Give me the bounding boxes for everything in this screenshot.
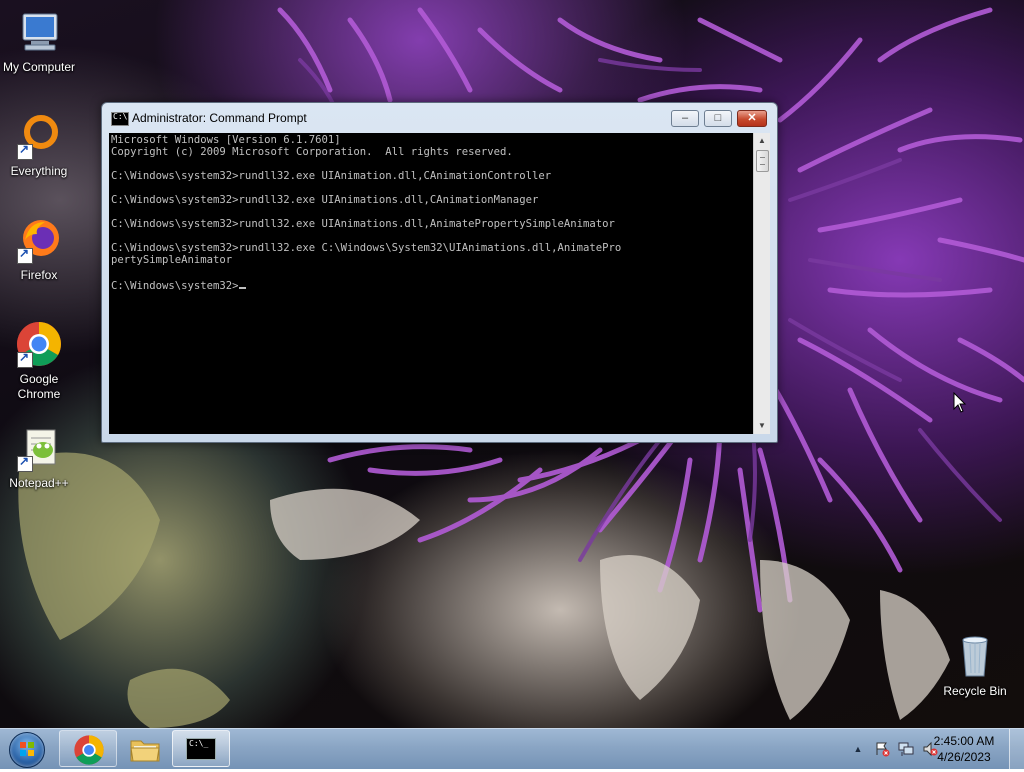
clock-time: 2:45:00 AM xyxy=(933,734,995,748)
cmd-icon: C:\_ xyxy=(186,738,216,760)
scroll-down-arrow-icon[interactable]: ▼ xyxy=(754,418,770,434)
desktop-icon-label: Recycle Bin xyxy=(943,684,1007,698)
system-tray: ▲ 2:45:00 AM 4/26/2023 xyxy=(824,729,1024,769)
maximize-button[interactable]: □ xyxy=(704,110,732,127)
console-text: Microsoft Windows [Version 6.1.7601] Cop… xyxy=(111,134,622,292)
action-center-icon[interactable] xyxy=(874,741,890,757)
scroll-up-arrow-icon[interactable]: ▲ xyxy=(754,133,770,149)
desktop-icon-label: Firefox xyxy=(20,268,58,282)
everything-search-icon xyxy=(15,112,63,160)
taskbar-chrome[interactable] xyxy=(59,730,117,767)
show-hidden-icons-button[interactable]: ▲ xyxy=(850,741,866,757)
shortcut-arrow-icon xyxy=(17,142,33,160)
command-prompt-window[interactable]: C:\ Administrator: Command Prompt – □ ✕ … xyxy=(101,102,778,443)
recycle-bin-icon xyxy=(951,632,999,680)
desktop-icon-label: My Computer xyxy=(2,60,76,74)
mouse-pointer-icon xyxy=(953,391,967,419)
chrome-icon xyxy=(15,320,63,368)
desktop-icon-google-chrome[interactable]: Google Chrome xyxy=(1,320,77,402)
taskbar-explorer[interactable] xyxy=(116,730,174,767)
desktop-icon-label: Everything xyxy=(10,164,68,178)
text-cursor xyxy=(238,278,246,289)
console-output-area[interactable]: Microsoft Windows [Version 6.1.7601] Cop… xyxy=(109,133,753,434)
windows-logo-icon xyxy=(9,732,45,768)
start-button[interactable] xyxy=(4,730,48,768)
taskbar: C:\_ ▲ 2:45:00 AM 4/26/2023 xyxy=(0,728,1024,769)
shortcut-arrow-icon xyxy=(17,350,33,368)
notepadpp-icon xyxy=(15,424,63,472)
chrome-icon xyxy=(73,734,105,771)
system-clock[interactable]: 2:45:00 AM 4/26/2023 xyxy=(924,733,1004,765)
desktop-icon-label: Notepad++ xyxy=(9,476,69,490)
desktop[interactable]: My Computer Everything Firefox xyxy=(0,0,1024,728)
desktop-icon-recycle-bin[interactable]: Recycle Bin xyxy=(937,632,1013,699)
desktop-icon-label: Google Chrome xyxy=(17,372,61,401)
desktop-icon-notepadpp[interactable]: Notepad++ xyxy=(1,424,77,491)
vertical-scrollbar[interactable]: ▲ ▼ xyxy=(753,133,770,434)
shortcut-arrow-icon xyxy=(17,246,33,264)
folder-icon xyxy=(129,735,161,768)
window-titlebar[interactable]: C:\ Administrator: Command Prompt – □ ✕ xyxy=(102,103,777,133)
firefox-icon xyxy=(15,216,63,264)
cmd-icon: C:\ xyxy=(111,112,129,126)
window-title: Administrator: Command Prompt xyxy=(132,111,307,125)
desktop-icon-firefox[interactable]: Firefox xyxy=(1,216,77,283)
desktop-icon-my-computer[interactable]: My Computer xyxy=(1,8,77,75)
taskbar-command-prompt[interactable]: C:\_ xyxy=(172,730,230,767)
computer-icon xyxy=(15,8,63,56)
shortcut-arrow-icon xyxy=(17,454,33,472)
desktop-icon-everything[interactable]: Everything xyxy=(1,112,77,179)
network-icon[interactable] xyxy=(898,741,914,757)
clock-date: 4/26/2023 xyxy=(937,750,991,764)
scroll-thumb[interactable] xyxy=(756,150,769,172)
show-desktop-button[interactable] xyxy=(1009,729,1024,769)
close-button[interactable]: ✕ xyxy=(737,110,767,127)
minimize-button[interactable]: – xyxy=(671,110,699,127)
